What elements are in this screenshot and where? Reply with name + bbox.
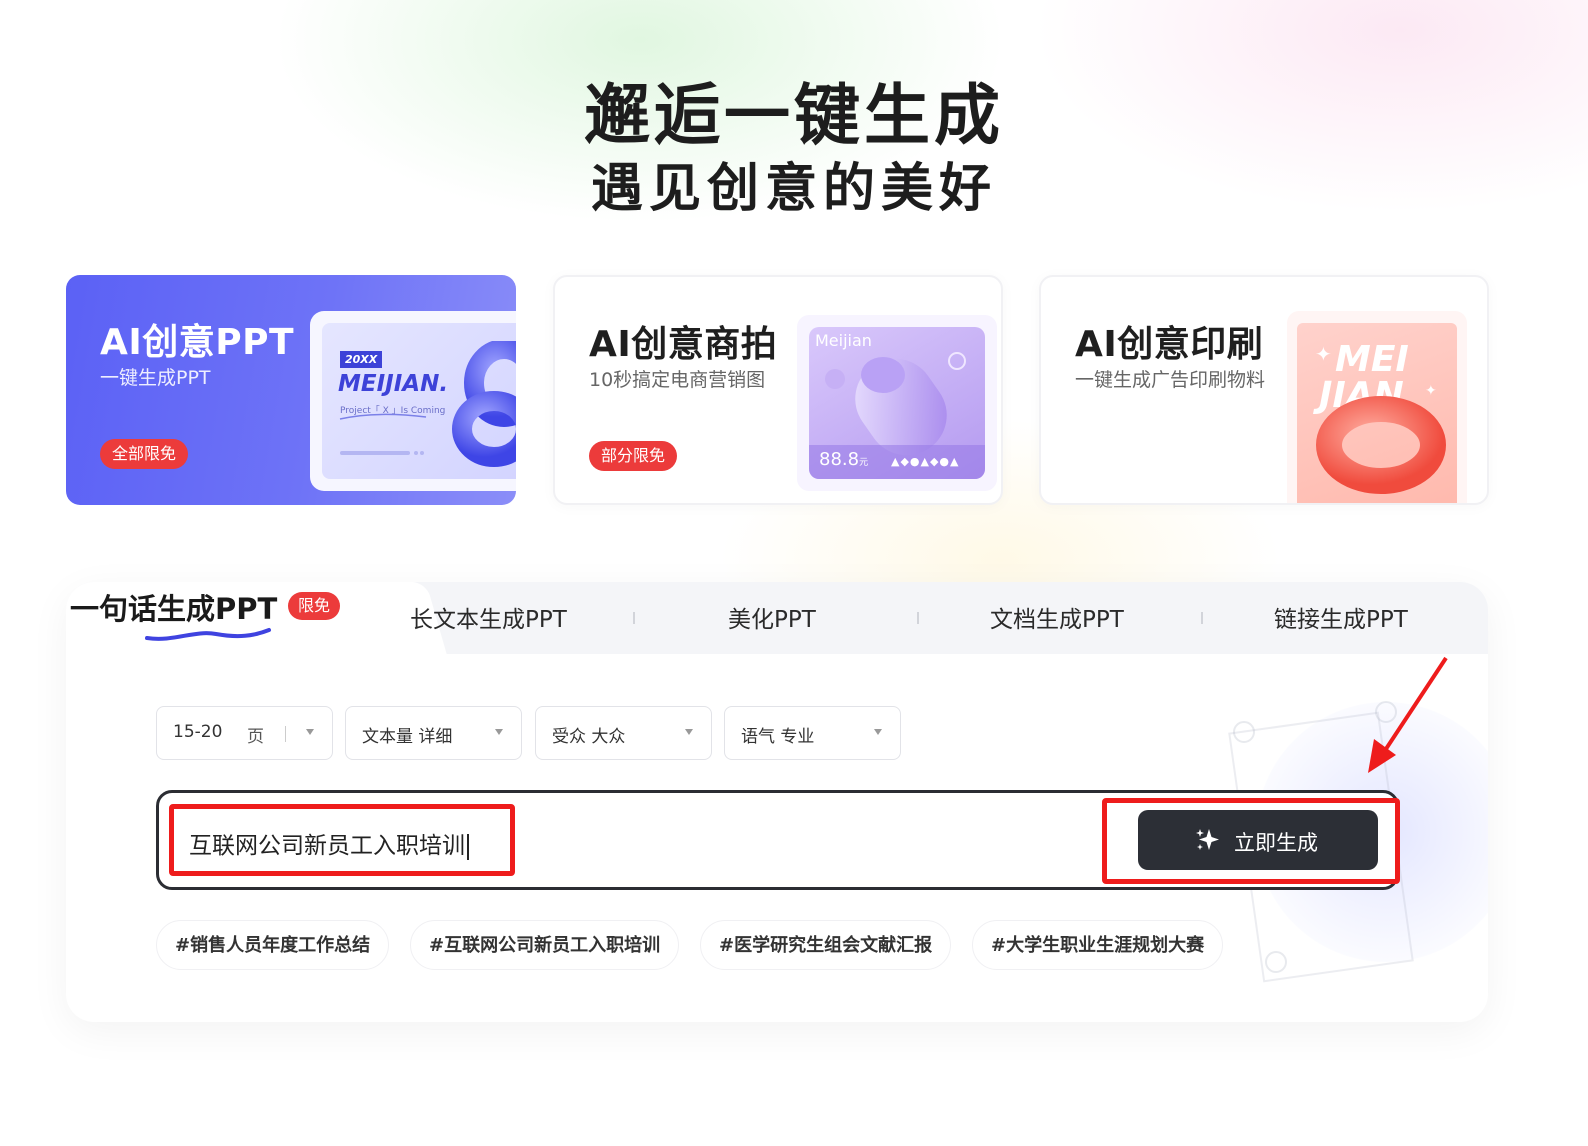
suggestion-chip[interactable]: #医学研究生组会文献汇报 bbox=[700, 920, 952, 970]
select-value: 受众 大众 bbox=[552, 727, 626, 747]
select-value: 文本量 详细 bbox=[362, 727, 453, 747]
ppt-preview-thumbnail: 20XX MEIJIAN. Project「 X 」Is Coming bbox=[310, 311, 516, 491]
red-arrow-annotation bbox=[1368, 656, 1448, 773]
card-subtitle: 10秒搞定电商营销图 bbox=[589, 369, 766, 391]
card-title: AI创意商拍 bbox=[589, 324, 778, 365]
tab-link-ppt[interactable]: 链接生成PPT bbox=[1274, 600, 1408, 634]
card-subtitle: 一键生成PPT bbox=[100, 367, 211, 389]
thumb-decoration-lines bbox=[339, 413, 427, 455]
thumb-year: 20XX bbox=[340, 351, 383, 368]
suggestion-chip[interactable]: #互联网公司新员工入职培训 bbox=[410, 920, 680, 970]
tab-document-ppt[interactable]: 文档生成PPT bbox=[990, 600, 1124, 634]
thumb-price: 88.8元 bbox=[819, 449, 869, 470]
card-ai-product-photo[interactable]: AI创意商拍 10秒搞定电商营销图 部分限免 Meijian 88.8元 ▲◆●… bbox=[553, 275, 1003, 505]
3d-ring-shape bbox=[452, 341, 516, 467]
tab-label: 一句话生成PPT bbox=[70, 592, 278, 626]
text-amount-select[interactable]: 文本量 详细 bbox=[345, 706, 522, 760]
tone-select[interactable]: 语气 专业 bbox=[724, 706, 901, 760]
free-badge: 部分限免 bbox=[589, 441, 678, 471]
tab-long-text-ppt[interactable]: 长文本生成PPT bbox=[410, 600, 567, 634]
print-poster-thumbnail: MEI JIAN ✦ ✦ bbox=[1287, 311, 1467, 503]
tab-divider bbox=[1201, 612, 1203, 624]
headline-secondary: 遇见创意的美好 bbox=[590, 158, 997, 219]
svg-text:✦: ✦ bbox=[1315, 342, 1332, 366]
tab-divider bbox=[633, 612, 635, 624]
headline-primary: 邂逅一键生成 bbox=[584, 76, 1004, 154]
suggestion-chip[interactable]: #销售人员年度工作总结 bbox=[156, 920, 390, 970]
highlight-box-input bbox=[169, 804, 515, 876]
free-badge: 全部限免 bbox=[100, 439, 189, 469]
chevron-down-icon bbox=[685, 729, 693, 735]
tab-divider bbox=[917, 612, 919, 624]
3d-donut-shape: ✦ ✦ bbox=[1315, 342, 1446, 494]
select-unit: 页 bbox=[247, 727, 264, 747]
chevron-down-icon bbox=[306, 729, 314, 735]
chevron-down-icon bbox=[495, 729, 503, 735]
free-badge: 限免 bbox=[288, 592, 341, 620]
card-ai-print[interactable]: AI创意印刷 一键生成广告印刷物料 MEI JIAN ✦ ✦ bbox=[1039, 275, 1489, 505]
tab-beautify-ppt[interactable]: 美化PPT bbox=[728, 600, 816, 634]
tab-one-sentence-ppt[interactable]: 一句话生成PPT 限免 bbox=[66, 582, 396, 654]
select-value: 语气 专业 bbox=[741, 727, 815, 747]
suggestion-chip[interactable]: #大学生职业生涯规划大赛 bbox=[972, 920, 1224, 970]
card-title: AI创意PPT bbox=[100, 322, 295, 363]
select-value: 15-20 bbox=[173, 722, 223, 742]
product-photo-thumbnail: Meijian 88.8元 ▲◆●▲◆●▲ bbox=[797, 315, 997, 491]
thumb-brand: MEIJIAN. bbox=[338, 371, 449, 397]
svg-text:✦: ✦ bbox=[1425, 383, 1437, 399]
page-count-select[interactable]: 15-20 页 bbox=[156, 706, 333, 760]
card-ai-ppt[interactable]: AI创意PPT 一键生成PPT 全部限免 20XX MEIJIAN. Proje… bbox=[66, 275, 516, 505]
chevron-down-icon bbox=[874, 729, 882, 735]
card-subtitle: 一键生成广告印刷物料 bbox=[1075, 369, 1266, 391]
highlight-box-button bbox=[1102, 798, 1400, 884]
tab-underline-squiggle bbox=[145, 628, 271, 641]
generator-panel: 一句话生成PPT 限免 长文本生成PPT 美化PPT 文档生成PPT 链接生成P… bbox=[66, 582, 1488, 1022]
shape-decor-row: ▲◆●▲◆●▲ bbox=[891, 455, 960, 468]
audience-select[interactable]: 受众 大众 bbox=[535, 706, 712, 760]
card-title: AI创意印刷 bbox=[1075, 324, 1264, 365]
select-divider bbox=[285, 726, 286, 742]
tab-bar: 一句话生成PPT 限免 长文本生成PPT 美化PPT 文档生成PPT 链接生成P… bbox=[66, 582, 1488, 654]
